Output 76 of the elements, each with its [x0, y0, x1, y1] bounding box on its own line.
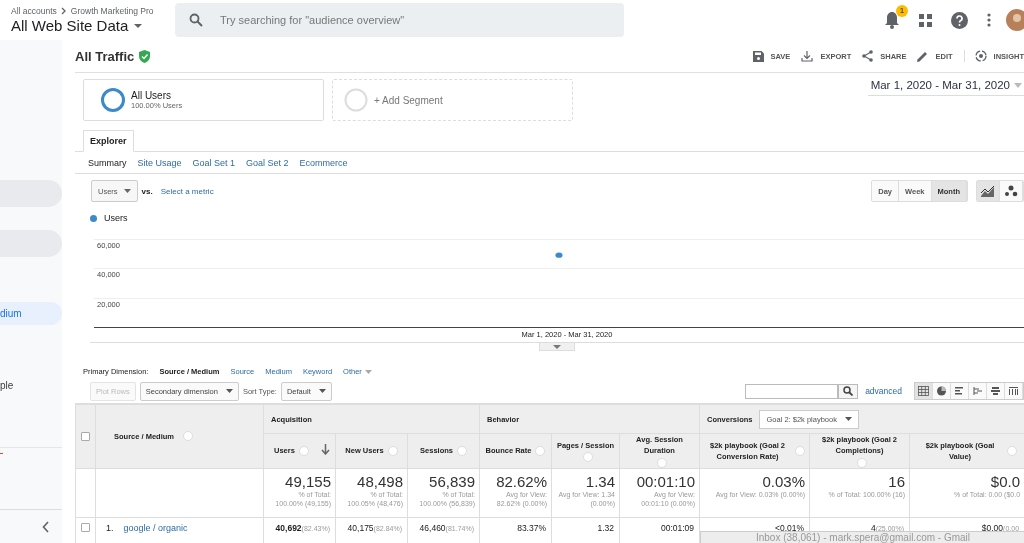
vs-label: vs.	[141, 186, 153, 196]
collapse-icon[interactable]	[42, 520, 50, 533]
table-view-button[interactable]	[915, 383, 933, 399]
segment-name: All Users	[131, 90, 172, 101]
pie-chart-icon	[936, 386, 947, 396]
terms-view-button[interactable]	[987, 383, 1005, 399]
total-value: 16	[887, 472, 906, 490]
chevron-right-icon	[60, 7, 67, 15]
bar-list-icon	[954, 386, 965, 396]
segment-ring-icon	[101, 88, 125, 112]
total-value: 49,155	[284, 472, 331, 490]
total-value: 56,839	[428, 472, 475, 490]
total-value: 1.34	[584, 472, 615, 490]
total-value: $0.0	[989, 472, 1021, 490]
total-value: 0.03%	[761, 472, 806, 490]
total-value: 00:01:10	[635, 472, 696, 490]
search-icon	[843, 386, 854, 396]
insights-icon	[974, 50, 987, 62]
caret-icon[interactable]	[318, 389, 326, 393]
subtab[interactable]: Site Usage	[137, 157, 182, 168]
bars-view-button[interactable]	[951, 383, 969, 399]
pie-view-button[interactable]	[933, 383, 951, 399]
subtab[interactable]: Goal Set 1	[192, 157, 236, 168]
subtab[interactable]: Ecommerce	[299, 157, 348, 168]
caret-icon[interactable]	[123, 189, 131, 193]
apps-grid-icon[interactable]	[919, 13, 932, 27]
breadcrumb-link[interactable]: Growth Marketing Pro	[70, 6, 154, 16]
legend-label: Users	[104, 213, 128, 223]
bubbles-icon	[1004, 185, 1018, 197]
empty-ring-icon	[344, 88, 368, 112]
more-menu-icon[interactable]	[987, 13, 991, 27]
search-button[interactable]	[838, 383, 859, 399]
total-value: 48,498	[356, 472, 403, 490]
explorer-tab[interactable]: Explorer	[83, 130, 134, 152]
stacked-bars-icon	[990, 386, 1001, 396]
tree-icon	[972, 386, 983, 396]
advanced-link[interactable]: advanced	[865, 386, 902, 396]
table-search-field[interactable]	[745, 383, 839, 399]
caret-icon[interactable]	[844, 417, 852, 421]
chart-resize-handle[interactable]	[539, 343, 575, 351]
pivot-view-button[interactable]	[1005, 383, 1023, 399]
share-icon	[862, 50, 874, 62]
add-segment-button[interactable]: + Add Segment	[332, 79, 573, 121]
alert-mark	[0, 453, 3, 454]
notification-badge: 1	[896, 5, 908, 17]
breadcrumb-link[interactable]: All accounts	[11, 6, 57, 16]
select-metric-link[interactable]: Select a metric	[160, 186, 214, 196]
line-chart-button[interactable]	[977, 181, 1000, 201]
bubble-chart-button[interactable]	[1000, 181, 1023, 201]
subtab[interactable]: Goal Set 2	[246, 157, 289, 168]
bell-icon[interactable]	[884, 11, 900, 29]
pencil-icon	[917, 50, 929, 62]
data-point	[555, 252, 563, 258]
grid-icon	[918, 386, 929, 396]
total-value: 82.62%	[495, 472, 547, 490]
columns-icon	[1008, 386, 1019, 396]
source-link[interactable]: google / organic	[123, 522, 188, 533]
report-title: All Traffic	[75, 48, 135, 64]
window-tooltip: Inbox (38,061) - mark.spera@gmail.com - Gmail	[700, 531, 1024, 543]
row-checkbox[interactable]	[81, 523, 90, 533]
nav-item[interactable]: dium	[0, 302, 62, 325]
search-field[interactable]: Try searching for "audience overview"	[175, 3, 624, 37]
avatar-icon[interactable]	[1006, 9, 1024, 31]
nav-item[interactable]: ple	[0, 380, 62, 391]
date-range-picker[interactable]: Mar 1, 2020 - Mar 31, 2020	[867, 79, 1024, 96]
property-selector[interactable]: All Web Site Data	[11, 17, 129, 34]
caret-icon[interactable]	[225, 389, 233, 393]
search-icon	[189, 13, 203, 27]
help-icon[interactable]	[951, 11, 968, 29]
caret-icon[interactable]	[133, 22, 144, 29]
subtab[interactable]: Summary	[88, 157, 127, 168]
sort-arrow-icon[interactable]	[321, 444, 330, 455]
row-index: 1.	[106, 522, 114, 533]
line-chart-icon	[981, 185, 995, 197]
select-all-checkbox[interactable]	[81, 432, 90, 442]
download-icon	[801, 50, 814, 62]
